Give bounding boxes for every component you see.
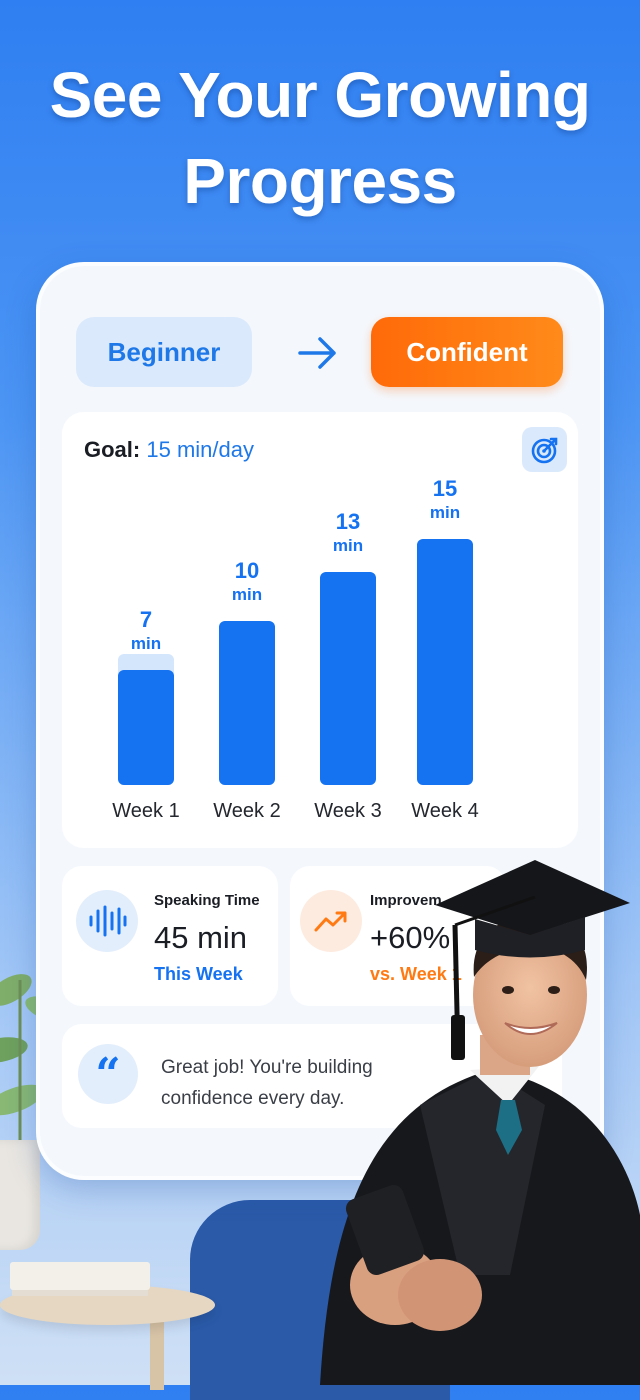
- chart-data-label: 7 min: [106, 608, 186, 656]
- chart-data-label-unit: min: [130, 634, 162, 654]
- chart-x-tick-label: Week 3: [314, 800, 382, 822]
- chart-bar: [219, 621, 275, 785]
- chart-data-label-unit: min: [429, 503, 461, 522]
- chart-x-tick-label: Week 4: [411, 800, 479, 822]
- speaking-time-title: Speaking Time: [154, 892, 260, 909]
- headline-line-1: See Your Growing: [49, 59, 591, 131]
- side-table: [0, 1285, 215, 1325]
- chart-data-label-value: 10: [234, 558, 260, 583]
- chart-data-label: 13 min: [308, 508, 388, 558]
- chart-x-tick-label: Week 2: [213, 800, 281, 822]
- graduate-student-image: [320, 860, 640, 1385]
- speaking-time-value: 45 min: [154, 920, 248, 955]
- chart-data-label-value: 13: [335, 508, 361, 534]
- chart-bar: [417, 539, 473, 785]
- goal-label: Goal: 15 min/day: [84, 437, 254, 463]
- chart-data-label-value: 7: [139, 607, 153, 633]
- level-beginner-pill: Beginner: [76, 317, 252, 387]
- chart-data-label: 10 min: [207, 559, 287, 607]
- chart-bar: [118, 670, 174, 785]
- headline: See Your Growing Progress: [0, 52, 640, 224]
- quote-icon: “: [78, 1044, 138, 1104]
- target-icon: [531, 437, 557, 463]
- chart-data-label: 15 min: [405, 477, 485, 525]
- plant-pot: [0, 1140, 40, 1250]
- audio-wave-icon: [76, 890, 138, 952]
- arrow-right-icon: [298, 337, 336, 369]
- goal-label-text: Goal:: [84, 437, 141, 462]
- table-leg: [150, 1320, 164, 1390]
- chart-data-label-value: 15: [432, 476, 458, 501]
- books-decoration: [10, 1262, 150, 1290]
- chart-x-tick-label: Week 1: [112, 800, 180, 822]
- chart-bar: [320, 571, 376, 785]
- chart-data-label-unit: min: [231, 585, 263, 604]
- chart-data-label-unit: min: [332, 535, 364, 555]
- speaking-time-sub: This Week: [154, 964, 243, 984]
- goal-value: 15 min/day: [146, 437, 254, 462]
- level-confident-pill: Confident: [371, 317, 563, 387]
- headline-line-2: Progress: [183, 145, 457, 217]
- target-icon-button[interactable]: [522, 427, 567, 472]
